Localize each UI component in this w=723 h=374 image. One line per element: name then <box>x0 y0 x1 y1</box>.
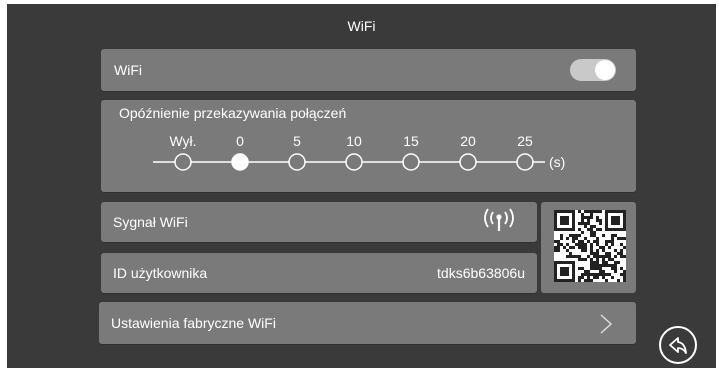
slider-option-dot[interactable] <box>288 153 306 171</box>
wifi-signal-icon <box>484 208 514 231</box>
user-id-value: tdks6b63806u <box>437 265 525 281</box>
wifi-row[interactable]: WiFi <box>101 49 636 91</box>
slider-unit-label: (s) <box>549 154 565 170</box>
slider-option-label: 10 <box>346 133 362 149</box>
slider-option-label: 15 <box>403 133 419 149</box>
factory-reset-label: Ustawienia fabryczne WiFi <box>111 315 276 331</box>
slider-option-dot[interactable] <box>174 153 192 171</box>
call-forward-delay-row: Opóźnienie przekazywania połączeń Wył. 0 5… <box>101 100 636 192</box>
qr-code-icon <box>554 210 626 282</box>
slider-option-dot[interactable] <box>345 153 363 171</box>
wifi-screen: WiFi WiFi Opóźnienie przekazywania połąc… <box>7 4 716 368</box>
user-id-row: ID użytkownika tdks6b63806u <box>101 253 537 293</box>
wifi-toggle-knob <box>595 60 615 80</box>
signal-label: Sygnał WiFi <box>113 214 188 230</box>
wifi-label: WiFi <box>114 62 142 78</box>
slider-option-dot[interactable] <box>402 153 420 171</box>
user-id-label: ID użytkownika <box>113 265 208 281</box>
slider-option-label: 0 <box>236 133 244 149</box>
delay-slider[interactable]: Wył. 0 5 10 15 20 25 (s) <box>101 100 636 192</box>
slider-option-dot[interactable] <box>459 153 477 171</box>
slider-option-label: 25 <box>517 133 533 149</box>
slider-option-label: Wył. <box>169 133 196 149</box>
chevron-right-icon <box>600 314 612 334</box>
slider-option-label: 20 <box>460 133 476 149</box>
wifi-signal-row[interactable]: Sygnał WiFi <box>101 202 537 242</box>
back-arrow-icon <box>669 337 687 354</box>
slider-option-label: 5 <box>293 133 301 149</box>
page-title: WiFi <box>347 18 376 34</box>
back-button[interactable] <box>659 326 697 364</box>
factory-reset-wifi-row[interactable]: Ustawienia fabryczne WiFi <box>99 302 636 344</box>
slider-option-dot[interactable] <box>231 153 249 171</box>
qr-code-panel <box>541 202 636 293</box>
wifi-toggle[interactable] <box>570 59 616 81</box>
slider-option-dot[interactable] <box>516 153 534 171</box>
